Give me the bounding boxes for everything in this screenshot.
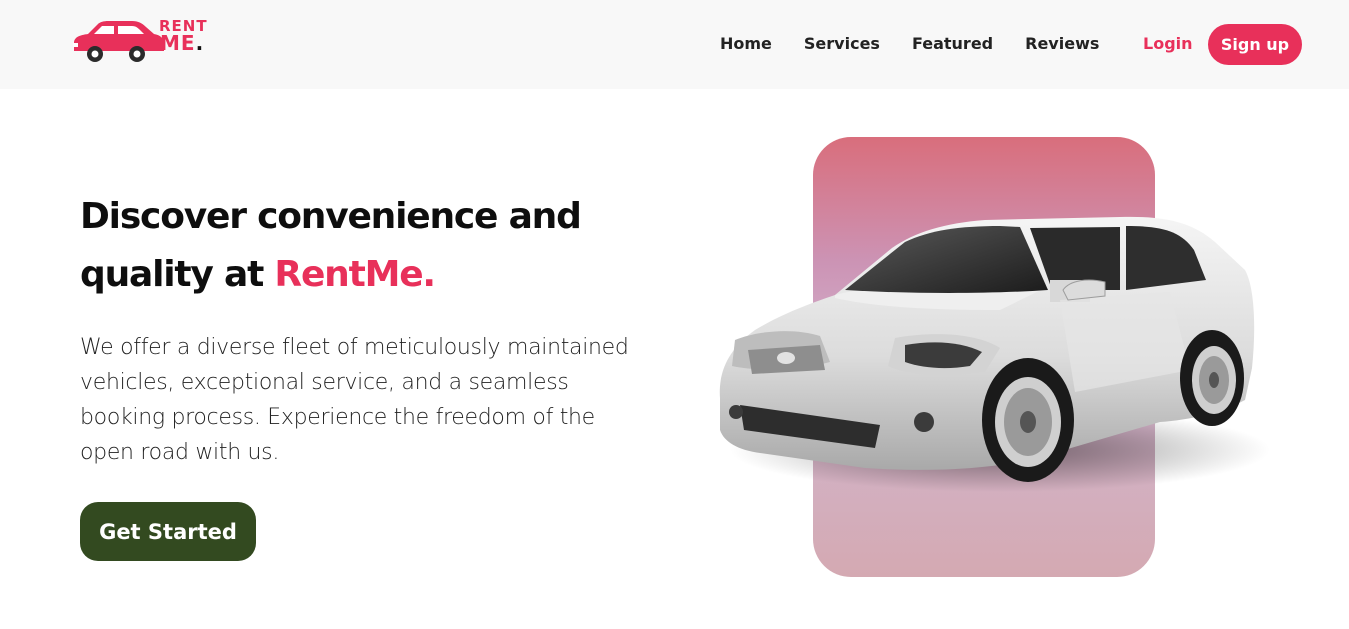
hero-visual	[700, 130, 1280, 590]
logo-dot: .	[195, 31, 205, 55]
login-link[interactable]: Login	[1143, 34, 1193, 53]
nav-link-reviews[interactable]: Reviews	[1025, 34, 1099, 53]
car-icon	[73, 21, 164, 62]
logo-text: RENT ME.	[159, 18, 208, 54]
signup-button[interactable]: Sign up	[1208, 24, 1302, 65]
logo-text-bottom: ME.	[160, 33, 208, 53]
hero-description: We offer a diverse fleet of meticulously…	[80, 335, 629, 465]
navbar: RENT ME. Home Services Featured Reviews …	[0, 0, 1349, 89]
hero-title: Discover convenience and quality at Rent…	[80, 188, 640, 304]
logo-me: ME	[160, 31, 196, 55]
hero-title-brand: RentMe.	[274, 254, 436, 295]
nav-link-home[interactable]: Home	[720, 34, 772, 53]
get-started-button[interactable]: Get Started	[80, 502, 256, 561]
nav-link-services[interactable]: Services	[804, 34, 880, 53]
nav-link-featured[interactable]: Featured	[912, 34, 993, 53]
nav-links: Home Services Featured Reviews	[720, 34, 1131, 53]
silver-sedan-car	[719, 216, 1270, 492]
logo[interactable]: RENT ME.	[70, 16, 220, 64]
